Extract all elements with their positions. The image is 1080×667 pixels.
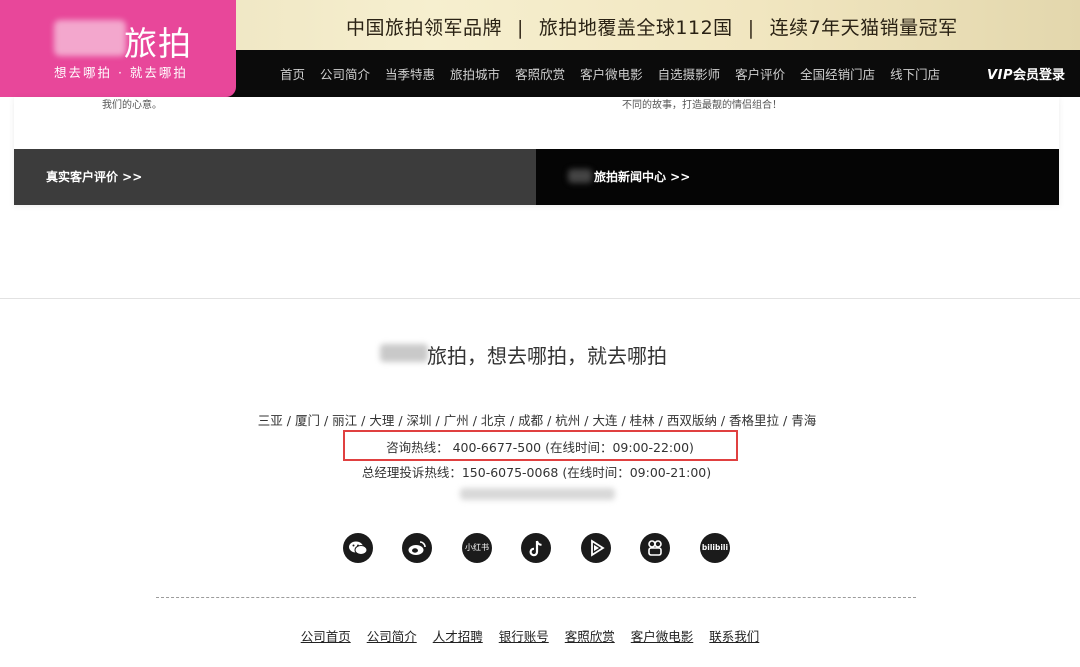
vip-prefix: VIP [987, 68, 1013, 83]
nav-item-stores[interactable]: 线下门店 [890, 64, 940, 83]
wechat-icon[interactable] [343, 533, 373, 563]
slogan-separator: | [517, 17, 524, 39]
footer-link-about[interactable]: 公司简介 [367, 626, 417, 645]
city-item[interactable]: 大连 [592, 413, 617, 428]
kuaishou-icon[interactable] [640, 533, 670, 563]
nav-item-films[interactable]: 客户微电影 [580, 64, 643, 83]
video-play-icon[interactable] [581, 533, 611, 563]
card-left-text: 我们的心意。 [102, 100, 162, 111]
city-item[interactable]: 杭州 [555, 413, 580, 428]
logo-brand-text: 旅拍 [124, 24, 192, 63]
logo-brand-redacted [54, 20, 126, 56]
complaint-hotline: 总经理投诉热线：150-6075-0068 (在线时间：09:00-21:00) [361, 465, 712, 480]
city-item[interactable]: 西双版纳 [667, 413, 717, 428]
footer-dashed-divider [156, 597, 916, 598]
slogan-1: 中国旅拍领军品牌 [346, 17, 503, 39]
company-name-redacted [460, 488, 615, 500]
city-item[interactable]: 丽江 [332, 413, 357, 428]
customer-reviews-link[interactable]: 真实客户评价 >> [14, 149, 536, 205]
nav-items: 首页 公司简介 当季特惠 旅拍城市 客照欣赏 客户微电影 自选摄影师 客户评价 全国经销门店 线下… [280, 64, 955, 83]
bilibili-icon[interactable]: bilibili [700, 533, 730, 563]
footer-link-films[interactable]: 客户微电影 [631, 626, 694, 645]
nav-item-reviews[interactable]: 客户评价 [735, 64, 785, 83]
logo-tagline: 想去哪拍 · 就去哪拍 [54, 65, 188, 80]
city-item[interactable]: 三亚 [258, 413, 283, 428]
section-divider [0, 298, 1080, 299]
city-item[interactable]: 大理 [369, 413, 394, 428]
footer-link-gallery[interactable]: 客照欣赏 [565, 626, 615, 645]
consult-hotline: 咨询热线： 400-6677-500 (在线时间：09:00-22:00) [386, 440, 694, 455]
nav-item-cities[interactable]: 旅拍城市 [450, 64, 500, 83]
douyin-icon[interactable] [521, 533, 551, 563]
footer-title: 旅拍，想去哪拍，就去哪拍 [427, 344, 667, 368]
vip-login-link[interactable]: VIP会员登录 [987, 64, 1065, 83]
bilibili-label: bilibili [701, 543, 729, 552]
city-item[interactable]: 桂林 [630, 413, 655, 428]
footer-brand-redacted [380, 344, 428, 362]
nav-item-gallery[interactable]: 客照欣赏 [515, 64, 565, 83]
weibo-icon[interactable] [402, 533, 432, 563]
footer-link-bank-accounts[interactable]: 银行账号 [499, 626, 549, 645]
banner-slogan: 中国旅拍领军品牌 | 旅拍地覆盖全球112国 | 连续7年天猫销量冠军 [346, 13, 958, 40]
slogan-3: 连续7年天猫销量冠军 [769, 17, 958, 39]
nav-item-about[interactable]: 公司简介 [320, 64, 370, 83]
slogan-separator: | [747, 17, 755, 39]
news-center-link[interactable]: 旅拍新闻中心 >> [536, 149, 1059, 205]
nav-item-specials[interactable]: 当季特惠 [385, 64, 435, 83]
social-icons: 小红书 bilibili [343, 533, 743, 565]
city-item[interactable]: 香格里拉 [729, 413, 779, 428]
city-item[interactable]: 北京 [481, 413, 506, 428]
customer-reviews-label: 真实客户评价 >> [46, 170, 143, 184]
card-right-text: 不同的故事，打造最靓的情侣组合！ [622, 100, 782, 111]
xiaohongshu-label: 小红书 [465, 543, 489, 552]
xiaohongshu-icon[interactable]: 小红书 [462, 533, 492, 563]
footer-link-contact[interactable]: 联系我们 [709, 626, 759, 645]
city-item[interactable]: 深圳 [407, 413, 432, 428]
city-item[interactable]: 广州 [444, 413, 469, 428]
nav-item-home[interactable]: 首页 [280, 64, 305, 83]
nav-item-photographers[interactable]: 自选摄影师 [658, 64, 721, 83]
footer-link-home[interactable]: 公司首页 [301, 626, 351, 645]
news-brand-redacted [568, 169, 592, 183]
news-center-label: 旅拍新闻中心 >> [594, 170, 691, 184]
vip-login-label: 会员登录 [1012, 68, 1065, 83]
footer-links: 公司首页 公司简介 人才招聘 银行账号 客照欣赏 客户微电影 联系我们 [0, 626, 1060, 645]
slogan-2: 旅拍地覆盖全球112国 [538, 17, 733, 39]
city-list: 三亚 / 厦门 / 丽江 / 大理 / 深圳 / 广州 / 北京 / 成都 / … [257, 413, 817, 428]
city-item[interactable]: 成都 [518, 413, 543, 428]
nav-item-dealers[interactable]: 全国经销门店 [800, 64, 875, 83]
footer-link-careers[interactable]: 人才招聘 [433, 626, 483, 645]
city-item[interactable]: 青海 [791, 413, 816, 428]
site-logo[interactable]: 旅拍 想去哪拍 · 就去哪拍 [0, 0, 236, 97]
city-item[interactable]: 厦门 [295, 413, 320, 428]
